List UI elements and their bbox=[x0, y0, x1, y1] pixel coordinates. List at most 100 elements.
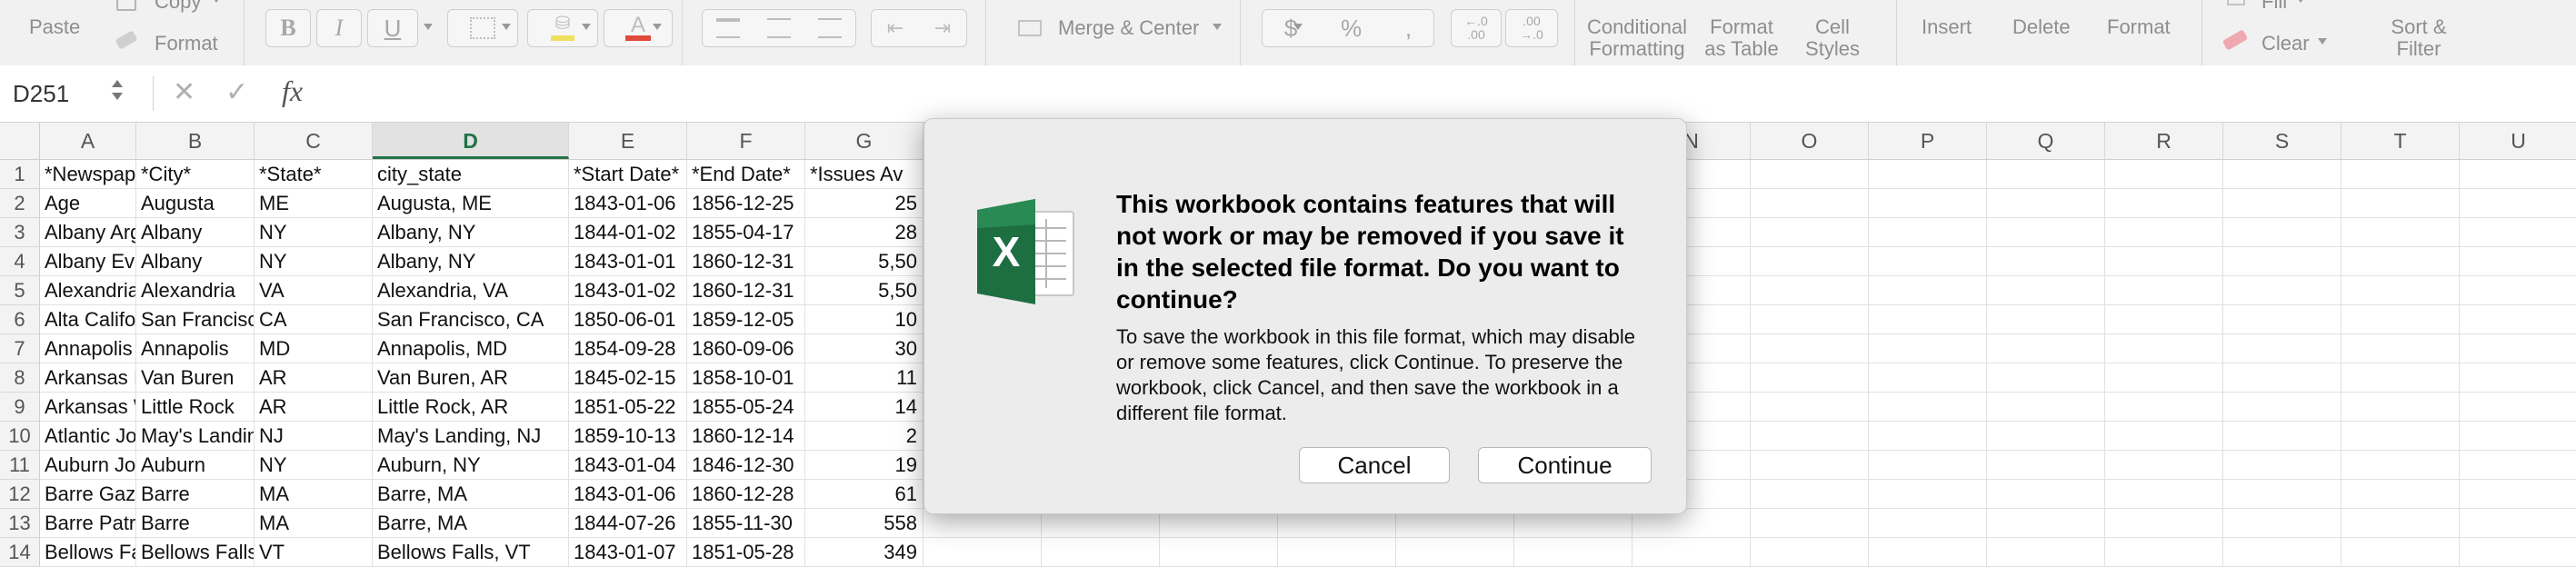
insert-function-icon[interactable]: fx bbox=[282, 75, 303, 108]
cell-b10[interactable]: May's Landin bbox=[136, 422, 255, 451]
cell-h14[interactable] bbox=[924, 538, 1042, 567]
cell-c14[interactable]: VT bbox=[255, 538, 373, 567]
cell-e10[interactable]: 1859-10-13 bbox=[569, 422, 687, 451]
cell-s14[interactable] bbox=[2223, 538, 2341, 567]
cell-c4[interactable]: NY bbox=[255, 247, 373, 276]
row-header-2[interactable]: 2 bbox=[0, 189, 40, 218]
cell-c6[interactable]: CA bbox=[255, 305, 373, 334]
cell-t2[interactable] bbox=[2341, 189, 2460, 218]
cell-c12[interactable]: MA bbox=[255, 480, 373, 509]
cell-s4[interactable] bbox=[2223, 247, 2341, 276]
cell-q2[interactable] bbox=[1987, 189, 2105, 218]
cell-b13[interactable]: Barre bbox=[136, 509, 255, 538]
cell-g10[interactable]: 2 bbox=[805, 422, 924, 451]
cell-t10[interactable] bbox=[2341, 422, 2460, 451]
cell-g4[interactable]: 5,50 bbox=[805, 247, 924, 276]
percent-button[interactable]: % bbox=[1341, 15, 1362, 43]
cell-e8[interactable]: 1845-02-15 bbox=[569, 363, 687, 393]
underline-button[interactable]: U bbox=[367, 9, 418, 47]
cell-g9[interactable]: 14 bbox=[805, 393, 924, 422]
cell-q4[interactable] bbox=[1987, 247, 2105, 276]
cell-g6[interactable]: 10 bbox=[805, 305, 924, 334]
cell-s5[interactable] bbox=[2223, 276, 2341, 305]
cell-c2[interactable]: ME bbox=[255, 189, 373, 218]
cell-t4[interactable] bbox=[2341, 247, 2460, 276]
cell-q1[interactable] bbox=[1987, 160, 2105, 189]
clear-dropdown-icon[interactable] bbox=[2318, 38, 2327, 45]
cell-r13[interactable] bbox=[2105, 509, 2223, 538]
column-header-g[interactable]: G bbox=[805, 123, 924, 159]
cell-e5[interactable]: 1843-01-02 bbox=[569, 276, 687, 305]
cell-s7[interactable] bbox=[2223, 334, 2341, 363]
cell-o6[interactable] bbox=[1751, 305, 1869, 334]
cell-a14[interactable]: Bellows Falls bbox=[40, 538, 136, 567]
cell-r11[interactable] bbox=[2105, 451, 2223, 480]
cell-p9[interactable] bbox=[1869, 393, 1987, 422]
cell-t14[interactable] bbox=[2341, 538, 2460, 567]
name-box[interactable]: D251 bbox=[13, 80, 69, 108]
underline-dropdown-icon[interactable] bbox=[424, 24, 433, 30]
row-header-13[interactable]: 13 bbox=[0, 509, 40, 538]
cell-o8[interactable] bbox=[1751, 363, 1869, 393]
cell-r7[interactable] bbox=[2105, 334, 2223, 363]
column-header-s[interactable]: S bbox=[2223, 123, 2341, 159]
row-header-7[interactable]: 7 bbox=[0, 334, 40, 363]
cell-b14[interactable]: Bellows Falls bbox=[136, 538, 255, 567]
cell-l14[interactable] bbox=[1396, 538, 1514, 567]
cell-p14[interactable] bbox=[1869, 538, 1987, 567]
cell-d6[interactable]: San Francisco, CA bbox=[373, 305, 569, 334]
cell-d9[interactable]: Little Rock, AR bbox=[373, 393, 569, 422]
cell-r10[interactable] bbox=[2105, 422, 2223, 451]
decrease-indent-icon[interactable]: ⇤ bbox=[887, 16, 904, 40]
cell-o4[interactable] bbox=[1751, 247, 1869, 276]
cell-q5[interactable] bbox=[1987, 276, 2105, 305]
cell-a2[interactable]: Age bbox=[40, 189, 136, 218]
cell-e9[interactable]: 1851-05-22 bbox=[569, 393, 687, 422]
format-painter-button[interactable]: Format bbox=[155, 33, 218, 55]
cell-g13[interactable]: 558 bbox=[805, 509, 924, 538]
cell-e3[interactable]: 1844-01-02 bbox=[569, 218, 687, 247]
cell-c1[interactable]: *State* bbox=[255, 160, 373, 189]
cell-p4[interactable] bbox=[1869, 247, 1987, 276]
cell-u6[interactable] bbox=[2460, 305, 2576, 334]
cell-o11[interactable] bbox=[1751, 451, 1869, 480]
cell-f13[interactable]: 1855-11-30 bbox=[687, 509, 805, 538]
column-header-r[interactable]: R bbox=[2105, 123, 2223, 159]
cell-t13[interactable] bbox=[2341, 509, 2460, 538]
currency-dropdown-icon[interactable] bbox=[1293, 24, 1303, 30]
cell-u9[interactable] bbox=[2460, 393, 2576, 422]
cell-f8[interactable]: 1858-10-01 bbox=[687, 363, 805, 393]
cell-q8[interactable] bbox=[1987, 363, 2105, 393]
cell-c5[interactable]: VA bbox=[255, 276, 373, 305]
cell-p13[interactable] bbox=[1869, 509, 1987, 538]
align-right-icon[interactable] bbox=[818, 18, 842, 38]
cell-u7[interactable] bbox=[2460, 334, 2576, 363]
decrease-decimal-button[interactable]: .00 →.0 bbox=[1505, 9, 1558, 47]
column-header-a[interactable]: A bbox=[40, 123, 136, 159]
cell-g5[interactable]: 5,50 bbox=[805, 276, 924, 305]
row-header-12[interactable]: 12 bbox=[0, 480, 40, 509]
cell-s3[interactable] bbox=[2223, 218, 2341, 247]
row-header-8[interactable]: 8 bbox=[0, 363, 40, 393]
column-header-q[interactable]: Q bbox=[1987, 123, 2105, 159]
row-header-14[interactable]: 14 bbox=[0, 538, 40, 567]
row-header-4[interactable]: 4 bbox=[0, 247, 40, 276]
cell-u5[interactable] bbox=[2460, 276, 2576, 305]
cell-r6[interactable] bbox=[2105, 305, 2223, 334]
cell-g8[interactable]: 11 bbox=[805, 363, 924, 393]
cell-d14[interactable]: Bellows Falls, VT bbox=[373, 538, 569, 567]
cell-p5[interactable] bbox=[1869, 276, 1987, 305]
cell-t11[interactable] bbox=[2341, 451, 2460, 480]
cell-u11[interactable] bbox=[2460, 451, 2576, 480]
cell-k14[interactable] bbox=[1278, 538, 1396, 567]
cell-p11[interactable] bbox=[1869, 451, 1987, 480]
conditional-formatting-button[interactable]: Conditional Formatting bbox=[1576, 16, 1698, 60]
cell-p6[interactable] bbox=[1869, 305, 1987, 334]
increase-indent-icon[interactable]: ⇥ bbox=[934, 16, 951, 40]
row-header-1[interactable]: 1 bbox=[0, 160, 40, 189]
cell-d13[interactable]: Barre, MA bbox=[373, 509, 569, 538]
formula-input[interactable] bbox=[336, 80, 2518, 107]
cell-f5[interactable]: 1860-12-31 bbox=[687, 276, 805, 305]
increase-decimal-button[interactable]: ←.0 .00 bbox=[1451, 9, 1502, 47]
delete-cells-button[interactable]: Delete bbox=[2012, 16, 2071, 38]
